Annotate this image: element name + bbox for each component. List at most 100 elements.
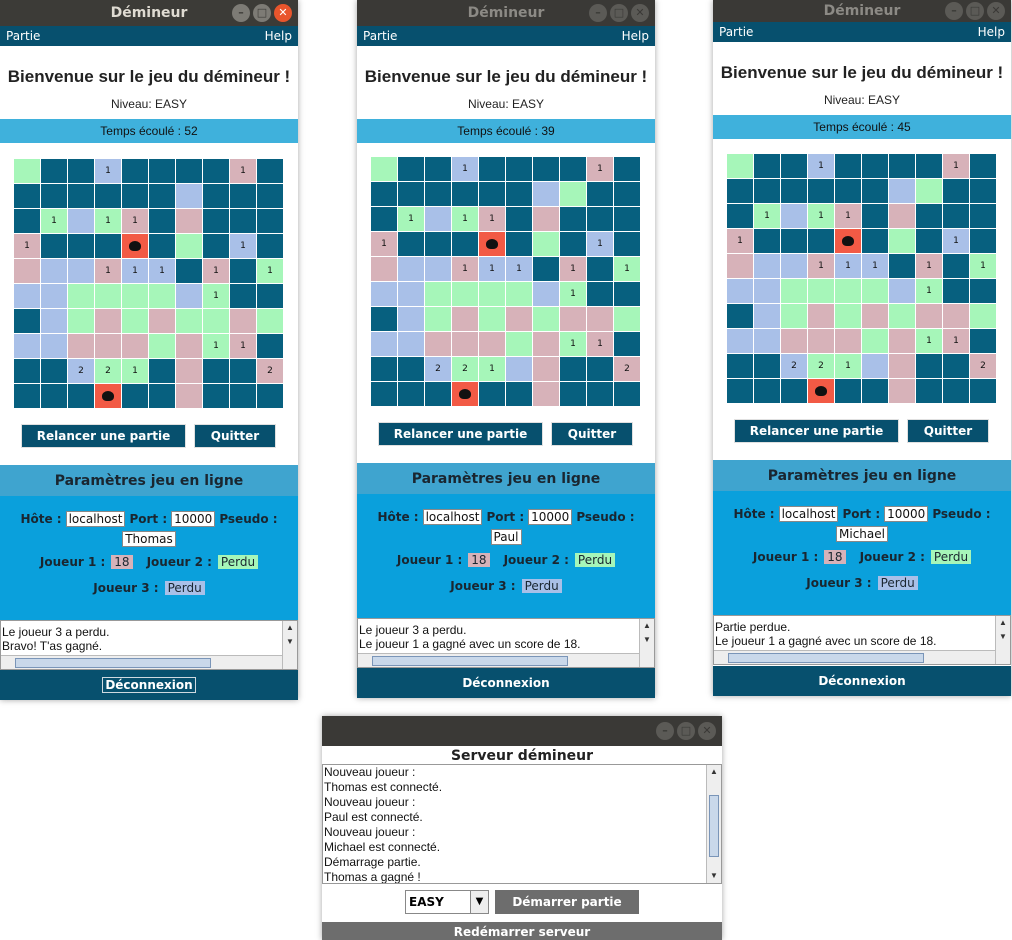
grid-cell[interactable]: 1 xyxy=(230,159,256,183)
grid-cell[interactable] xyxy=(533,307,559,331)
grid-cell[interactable] xyxy=(176,334,202,358)
grid-cell[interactable] xyxy=(781,204,807,228)
grid-cell[interactable] xyxy=(916,204,942,228)
grid-cell[interactable]: 1 xyxy=(95,259,121,283)
grid-cell[interactable] xyxy=(122,334,148,358)
grid-cell[interactable] xyxy=(122,309,148,333)
grid-cell[interactable]: 1 xyxy=(587,232,613,256)
grid-cell[interactable] xyxy=(371,157,397,181)
grid-cell[interactable] xyxy=(808,329,834,353)
grid-cell[interactable] xyxy=(95,309,121,333)
grid-cell[interactable]: 1 xyxy=(808,154,834,178)
grid-cell[interactable] xyxy=(425,282,451,306)
grid-cell[interactable] xyxy=(506,157,532,181)
horizontal-scrollbar[interactable] xyxy=(1,655,282,669)
minimize-icon[interactable]: – xyxy=(589,4,607,22)
grid-cell[interactable] xyxy=(754,254,780,278)
grid-cell[interactable]: 1 xyxy=(916,329,942,353)
grid-cell[interactable] xyxy=(889,204,915,228)
grid-cell[interactable] xyxy=(14,284,40,308)
grid-cell[interactable] xyxy=(41,309,67,333)
grid-cell[interactable] xyxy=(425,232,451,256)
grid-cell[interactable]: 1 xyxy=(122,209,148,233)
grid-cell[interactable] xyxy=(560,382,586,406)
grid-cell[interactable] xyxy=(727,154,753,178)
grid-cell[interactable] xyxy=(14,334,40,358)
grid-cell[interactable] xyxy=(398,232,424,256)
grid-cell[interactable] xyxy=(230,284,256,308)
grid-cell[interactable] xyxy=(68,234,94,258)
grid-cell[interactable]: 1 xyxy=(452,157,478,181)
vertical-scrollbar[interactable]: ▲ ▼ xyxy=(282,621,297,669)
grid-cell[interactable] xyxy=(614,182,640,206)
grid-cell[interactable] xyxy=(371,207,397,231)
grid-cell[interactable]: 1 xyxy=(257,259,283,283)
grid-cell[interactable]: 1 xyxy=(14,234,40,258)
grid-cell[interactable]: 2 xyxy=(970,354,996,378)
grid-cell[interactable]: 1 xyxy=(587,157,613,181)
grid-cell[interactable] xyxy=(727,279,753,303)
port-field[interactable]: 10000 xyxy=(171,511,216,527)
grid-cell[interactable] xyxy=(68,209,94,233)
grid-cell[interactable] xyxy=(614,232,640,256)
grid-cell[interactable] xyxy=(452,182,478,206)
grid-cell[interactable] xyxy=(176,359,202,383)
grid-cell[interactable] xyxy=(587,282,613,306)
scroll-down-icon[interactable]: ▼ xyxy=(996,630,1010,644)
grid-cell[interactable]: 1 xyxy=(943,329,969,353)
grid-cell[interactable]: 1 xyxy=(587,332,613,356)
grid-cell[interactable] xyxy=(68,309,94,333)
grid-cell[interactable] xyxy=(14,184,40,208)
quit-button[interactable]: Quitter xyxy=(907,419,989,443)
grid-cell[interactable] xyxy=(176,384,202,408)
grid-cell[interactable] xyxy=(149,209,175,233)
grid-cell[interactable] xyxy=(398,307,424,331)
grid-cell[interactable] xyxy=(781,379,807,403)
grid-cell[interactable] xyxy=(781,179,807,203)
grid-cell[interactable] xyxy=(95,284,121,308)
grid-cell[interactable] xyxy=(754,154,780,178)
grid-cell[interactable] xyxy=(808,304,834,328)
grid-cell[interactable] xyxy=(425,257,451,281)
grid-cell[interactable] xyxy=(560,157,586,181)
grid-cell[interactable] xyxy=(916,179,942,203)
grid-cell[interactable] xyxy=(506,232,532,256)
grid-cell[interactable] xyxy=(533,282,559,306)
grid-cell[interactable] xyxy=(889,179,915,203)
grid-cell[interactable] xyxy=(943,254,969,278)
grid-cell[interactable]: 2 xyxy=(95,359,121,383)
grid-cell[interactable]: 1 xyxy=(835,204,861,228)
grid-cell[interactable] xyxy=(203,209,229,233)
grid-cell[interactable] xyxy=(149,334,175,358)
titlebar[interactable]: Démineur – □ ✕ xyxy=(713,0,1011,22)
grid-cell[interactable]: 2 xyxy=(68,359,94,383)
grid-cell[interactable] xyxy=(230,209,256,233)
grid-cell[interactable]: 2 xyxy=(257,359,283,383)
grid-cell[interactable] xyxy=(41,184,67,208)
grid-cell[interactable] xyxy=(176,209,202,233)
grid-cell[interactable]: 1 xyxy=(862,254,888,278)
grid-cell[interactable] xyxy=(176,309,202,333)
grid-cell[interactable] xyxy=(916,354,942,378)
grid-cell[interactable] xyxy=(425,307,451,331)
grid-cell[interactable] xyxy=(970,204,996,228)
grid-cell[interactable] xyxy=(560,182,586,206)
grid-cell[interactable] xyxy=(149,184,175,208)
grid-cell[interactable] xyxy=(452,307,478,331)
grid-cell[interactable] xyxy=(122,384,148,408)
grid-cell[interactable] xyxy=(943,379,969,403)
restart-server-button[interactable]: Redémarrer serveur xyxy=(322,922,722,940)
port-field[interactable]: 10000 xyxy=(884,506,929,522)
grid-cell[interactable] xyxy=(533,382,559,406)
quit-button[interactable]: Quitter xyxy=(194,424,276,448)
grid-cell[interactable] xyxy=(176,184,202,208)
restart-game-button[interactable]: Relancer une partie xyxy=(734,419,899,443)
grid-cell[interactable] xyxy=(614,332,640,356)
grid-cell[interactable] xyxy=(122,284,148,308)
grid-cell[interactable] xyxy=(587,257,613,281)
grid-cell[interactable]: 1 xyxy=(916,254,942,278)
grid-cell[interactable]: 1 xyxy=(149,259,175,283)
grid-cell[interactable] xyxy=(176,159,202,183)
grid-cell[interactable] xyxy=(943,279,969,303)
grid-cell[interactable] xyxy=(230,259,256,283)
